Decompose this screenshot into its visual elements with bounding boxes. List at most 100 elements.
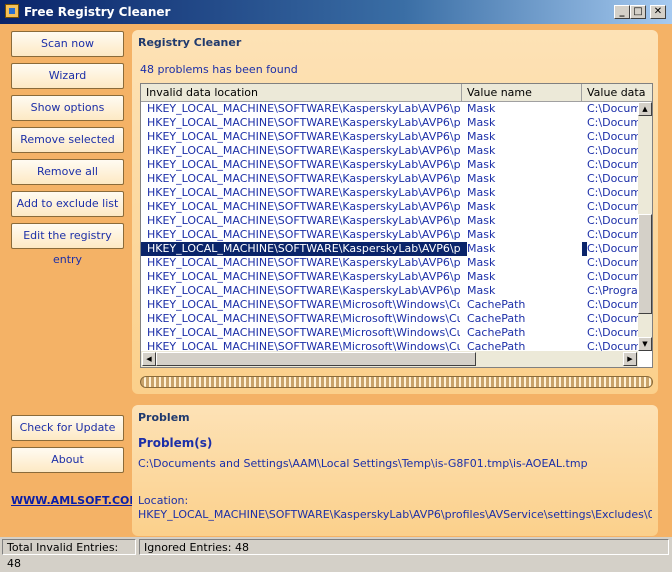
app-icon bbox=[5, 4, 19, 18]
scan-progress-bar bbox=[140, 376, 653, 388]
cell-value-name: Mask bbox=[467, 116, 496, 129]
table-row[interactable]: HKEY_LOCAL_MACHINE\SOFTWARE\KasperskyLab… bbox=[141, 158, 638, 172]
cell-value-name: CachePath bbox=[467, 326, 526, 339]
check-for-update-button[interactable]: Check for Update bbox=[11, 415, 124, 441]
cell-value-data: C:\Docume bbox=[587, 130, 638, 143]
cell-value-name: Mask bbox=[467, 130, 496, 143]
table-row[interactable]: HKEY_LOCAL_MACHINE\SOFTWARE\Microsoft\Wi… bbox=[141, 312, 638, 326]
cell-value-name: Mask bbox=[467, 242, 582, 256]
table-row[interactable]: HKEY_LOCAL_MACHINE\SOFTWARE\KasperskyLab… bbox=[141, 284, 638, 298]
cell-value-name: Mask bbox=[467, 200, 496, 213]
cell-location: HKEY_LOCAL_MACHINE\SOFTWARE\KasperskyLab… bbox=[147, 242, 460, 256]
cell-value-name: Mask bbox=[467, 214, 496, 227]
cell-value-name: Mask bbox=[467, 186, 496, 199]
close-button[interactable]: ✕ bbox=[650, 5, 666, 19]
column-header-value-data[interactable]: Value data bbox=[582, 84, 652, 101]
cell-value-data: C:\Docume bbox=[587, 228, 638, 241]
cell-value-data: C:\Docume bbox=[587, 256, 638, 269]
scan-now-button[interactable]: Scan now bbox=[11, 31, 124, 57]
cell-value-name: CachePath bbox=[467, 298, 526, 311]
table-row[interactable]: HKEY_LOCAL_MACHINE\SOFTWARE\Microsoft\Wi… bbox=[141, 326, 638, 340]
table-row[interactable]: HKEY_LOCAL_MACHINE\SOFTWARE\KasperskyLab… bbox=[141, 172, 638, 186]
cell-location: HKEY_LOCAL_MACHINE\SOFTWARE\Microsoft\Wi… bbox=[147, 326, 460, 339]
cell-value-name: Mask bbox=[467, 256, 496, 269]
add-to-exclude-list-button[interactable]: Add to exclude list bbox=[11, 191, 124, 217]
cell-value-data: C:\Docume bbox=[587, 144, 638, 157]
maximize-button[interactable]: □ bbox=[630, 5, 646, 19]
cell-location: HKEY_LOCAL_MACHINE\SOFTWARE\KasperskyLab… bbox=[147, 256, 460, 269]
title-bar[interactable]: Free Registry Cleaner _ □ ✕ bbox=[0, 0, 672, 24]
ignored-entries-status: Ignored Entries: 48 bbox=[139, 539, 669, 555]
table-row[interactable]: HKEY_LOCAL_MACHINE\SOFTWARE\KasperskyLab… bbox=[141, 270, 638, 284]
edit-registry-entry-button[interactable]: Edit the registry entry bbox=[11, 223, 124, 266]
cell-location: HKEY_LOCAL_MACHINE\SOFTWARE\KasperskyLab… bbox=[147, 200, 460, 213]
cell-value-name: Mask bbox=[467, 102, 496, 115]
status-bar: Total Invalid Entries: 48 Ignored Entrie… bbox=[0, 537, 672, 570]
table-row[interactable]: HKEY_LOCAL_MACHINE\SOFTWARE\KasperskyLab… bbox=[141, 116, 638, 130]
scroll-right-icon[interactable]: ▶ bbox=[623, 352, 637, 366]
problem-path: C:\Documents and Settings\AAM\Local Sett… bbox=[138, 457, 588, 470]
wizard-button[interactable]: Wizard bbox=[11, 63, 124, 89]
amlsoft-link[interactable]: WWW.AMLSOFT.COM bbox=[11, 494, 140, 507]
problem-panel: Problem Problem(s) C:\Documents and Sett… bbox=[132, 405, 658, 536]
table-row[interactable]: HKEY_LOCAL_MACHINE\SOFTWARE\KasperskyLab… bbox=[141, 242, 638, 256]
cell-value-data: C:\Docume bbox=[587, 200, 638, 213]
column-header-location[interactable]: Invalid data location bbox=[141, 84, 462, 101]
remove-all-button[interactable]: Remove all bbox=[11, 159, 124, 185]
about-button[interactable]: About bbox=[11, 447, 124, 473]
scroll-left-icon[interactable]: ◀ bbox=[142, 352, 156, 366]
cell-location: HKEY_LOCAL_MACHINE\SOFTWARE\KasperskyLab… bbox=[147, 130, 460, 143]
location-label: Location: bbox=[138, 494, 189, 507]
table-row[interactable]: HKEY_LOCAL_MACHINE\SOFTWARE\KasperskyLab… bbox=[141, 102, 638, 116]
horizontal-scrollbar[interactable]: ◀ ▶ bbox=[141, 351, 638, 367]
cell-location: HKEY_LOCAL_MACHINE\SOFTWARE\Microsoft\Wi… bbox=[147, 340, 460, 351]
cell-location: HKEY_LOCAL_MACHINE\SOFTWARE\KasperskyLab… bbox=[147, 144, 460, 157]
problem-title: Problem bbox=[138, 411, 190, 424]
table-row[interactable]: HKEY_LOCAL_MACHINE\SOFTWARE\Microsoft\Wi… bbox=[141, 298, 638, 312]
window-title: Free Registry Cleaner bbox=[24, 5, 171, 19]
cell-location: HKEY_LOCAL_MACHINE\SOFTWARE\KasperskyLab… bbox=[147, 284, 460, 297]
cell-value-data: C:\Docume bbox=[587, 298, 638, 311]
cell-location: HKEY_LOCAL_MACHINE\SOFTWARE\KasperskyLab… bbox=[147, 228, 460, 241]
minimize-button[interactable]: _ bbox=[614, 5, 630, 19]
cell-value-data: C:\Docume bbox=[587, 116, 638, 129]
vertical-scrollbar[interactable]: ▲ ▼ bbox=[638, 102, 652, 351]
cell-value-name: Mask bbox=[467, 228, 496, 241]
table-row[interactable]: HKEY_LOCAL_MACHINE\SOFTWARE\Microsoft\Wi… bbox=[141, 340, 638, 351]
table-row[interactable]: HKEY_LOCAL_MACHINE\SOFTWARE\KasperskyLab… bbox=[141, 144, 638, 158]
cell-value-data: C:\Docume bbox=[587, 340, 638, 351]
table-header: Invalid data location Value name Value d… bbox=[141, 84, 652, 102]
table-row[interactable]: HKEY_LOCAL_MACHINE\SOFTWARE\KasperskyLab… bbox=[141, 228, 638, 242]
cell-value-data: C:\Docume bbox=[587, 214, 638, 227]
table-row[interactable]: HKEY_LOCAL_MACHINE\SOFTWARE\KasperskyLab… bbox=[141, 186, 638, 200]
cell-value-data: C:\Docume bbox=[587, 326, 638, 339]
table-row[interactable]: HKEY_LOCAL_MACHINE\SOFTWARE\KasperskyLab… bbox=[141, 200, 638, 214]
vertical-scroll-thumb[interactable] bbox=[638, 214, 652, 314]
cell-location: HKEY_LOCAL_MACHINE\SOFTWARE\KasperskyLab… bbox=[147, 172, 460, 185]
cell-value-data: C:\Docume bbox=[587, 242, 638, 256]
scroll-up-icon[interactable]: ▲ bbox=[638, 102, 652, 116]
show-options-button[interactable]: Show options bbox=[11, 95, 124, 121]
registry-cleaner-title: Registry Cleaner bbox=[138, 36, 242, 49]
cell-location: HKEY_LOCAL_MACHINE\SOFTWARE\KasperskyLab… bbox=[147, 158, 460, 171]
table-row[interactable]: HKEY_LOCAL_MACHINE\SOFTWARE\KasperskyLab… bbox=[141, 256, 638, 270]
cell-value-data: C:\Docume bbox=[587, 312, 638, 325]
cell-value-name: CachePath bbox=[467, 312, 526, 325]
registry-cleaner-panel: Registry Cleaner 48 problems has been fo… bbox=[132, 30, 658, 394]
table-row[interactable]: HKEY_LOCAL_MACHINE\SOFTWARE\KasperskyLab… bbox=[141, 214, 638, 228]
problems-subtitle: Problem(s) bbox=[138, 436, 213, 450]
cell-value-name: Mask bbox=[467, 172, 496, 185]
table-body: HKEY_LOCAL_MACHINE\SOFTWARE\KasperskyLab… bbox=[141, 102, 638, 351]
problems-found-text: 48 problems has been found bbox=[140, 63, 298, 76]
cell-location: HKEY_LOCAL_MACHINE\SOFTWARE\KasperskyLab… bbox=[147, 214, 460, 227]
cell-location: HKEY_LOCAL_MACHINE\SOFTWARE\KasperskyLab… bbox=[147, 270, 460, 283]
horizontal-scroll-thumb[interactable] bbox=[156, 352, 476, 366]
cell-value-name: Mask bbox=[467, 284, 496, 297]
cell-value-name: Mask bbox=[467, 158, 496, 171]
column-header-value-name[interactable]: Value name bbox=[462, 84, 582, 101]
scroll-down-icon[interactable]: ▼ bbox=[638, 337, 652, 351]
cell-value-name: Mask bbox=[467, 270, 496, 283]
cell-location: HKEY_LOCAL_MACHINE\SOFTWARE\Microsoft\Wi… bbox=[147, 298, 460, 311]
remove-selected-button[interactable]: Remove selected bbox=[11, 127, 124, 153]
table-row[interactable]: HKEY_LOCAL_MACHINE\SOFTWARE\KasperskyLab… bbox=[141, 130, 638, 144]
